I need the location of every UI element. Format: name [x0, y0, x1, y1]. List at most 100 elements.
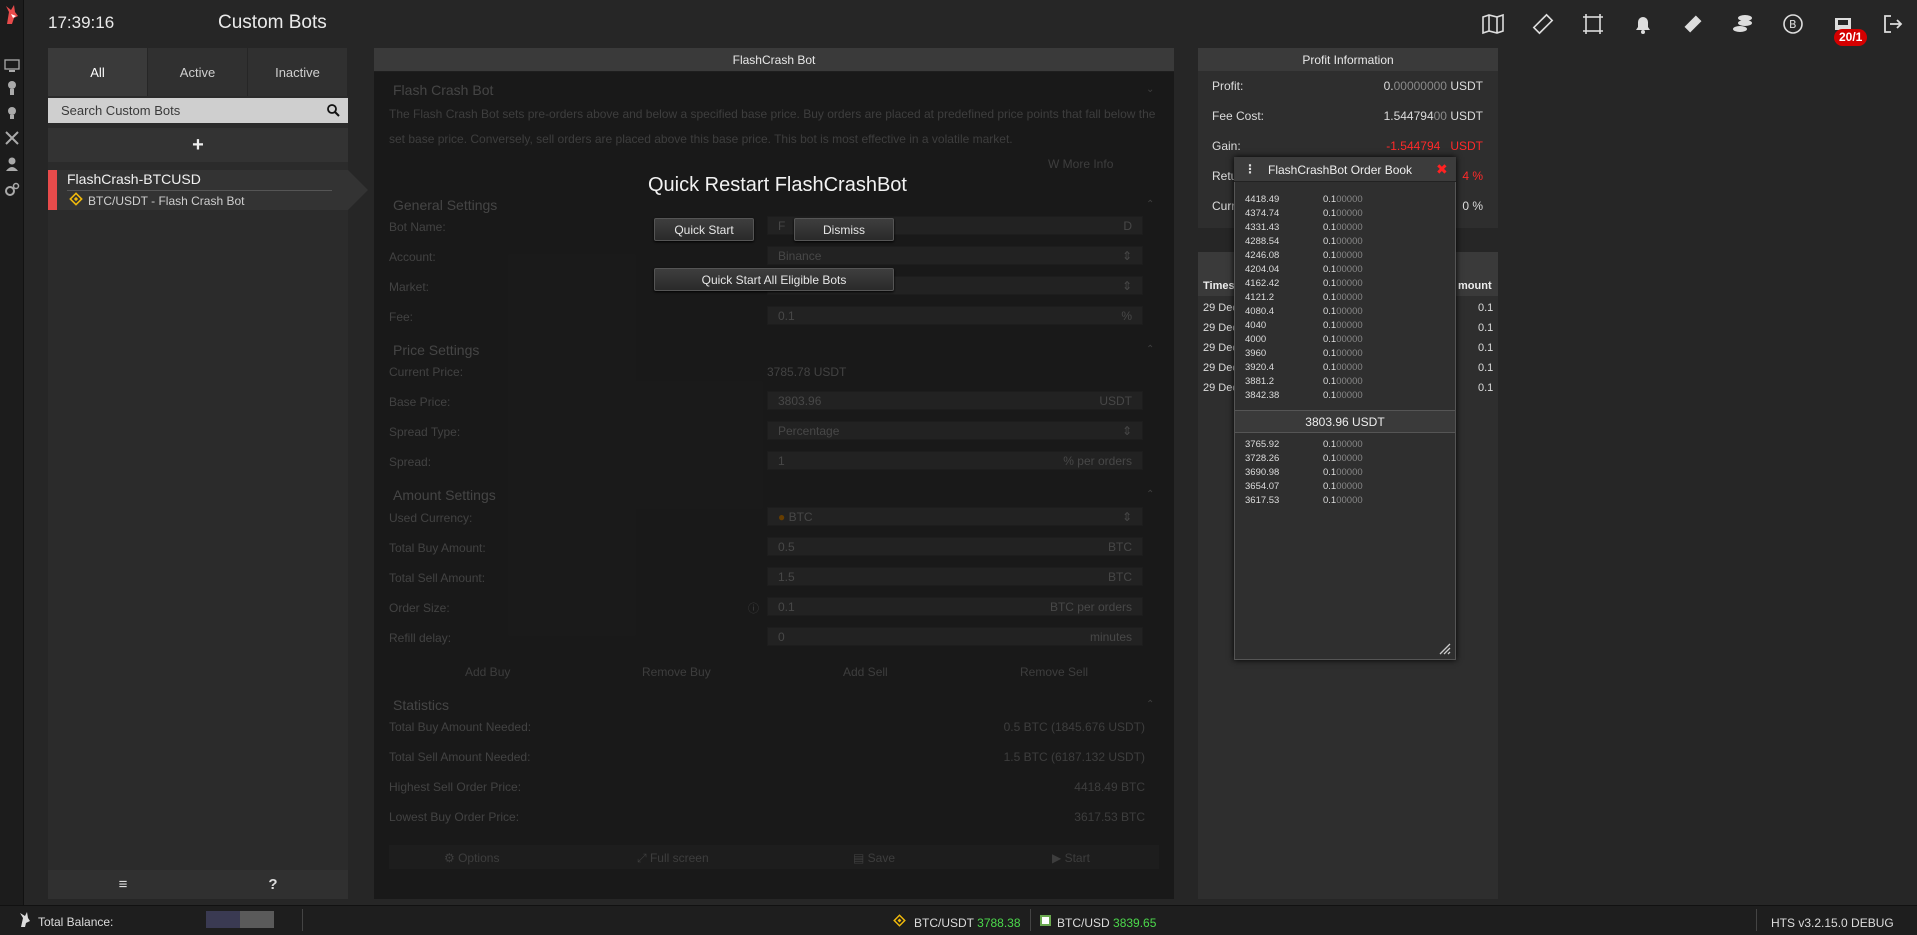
map-icon[interactable]	[1481, 12, 1505, 36]
gain-label: Gain:	[1212, 139, 1241, 153]
order-book-row: 4246.08 0.100000	[1245, 249, 1445, 263]
order-price: 4418.49	[1245, 194, 1280, 205]
trade-amount: 0.1	[1478, 382, 1494, 394]
order-book-row: 4080.4 0.100000	[1245, 305, 1445, 319]
order-amount: 0.100000	[1323, 348, 1363, 359]
bot-panel-header: FlashCrash Bot	[374, 48, 1174, 72]
order-amount: 0.100000	[1323, 222, 1363, 233]
order-amount: 0.100000	[1323, 376, 1363, 387]
order-amount: 0.100000	[1323, 467, 1363, 478]
col-amount[interactable]: mount	[1458, 280, 1492, 292]
order-amount: 0.100000	[1323, 208, 1363, 219]
binance-icon	[69, 192, 83, 206]
order-book-title: FlashCrashBot Order Book	[1268, 163, 1413, 177]
tools-icon[interactable]	[4, 130, 20, 146]
order-price: 3690.98	[1245, 467, 1280, 478]
order-price: 3728.26	[1245, 453, 1280, 464]
trade-time: 29 Dec	[1203, 342, 1238, 354]
order-book-row: 4418.49 0.100000	[1245, 193, 1445, 207]
trade-time: 29 Dec	[1203, 302, 1238, 314]
fee-cost-value: 1.54479400 USDT	[1383, 109, 1483, 123]
order-amount: 0.100000	[1323, 439, 1363, 450]
col-timestamp[interactable]: Timest	[1203, 280, 1238, 292]
trade-amount: 0.1	[1478, 302, 1494, 314]
order-book-row: 4374.74 0.100000	[1245, 207, 1445, 221]
order-book-row: 4121.2 0.100000	[1245, 291, 1445, 305]
svg-text:B: B	[1789, 18, 1797, 31]
order-book-row: 4162.42 0.100000	[1245, 277, 1445, 291]
fullscreen-frame-icon[interactable]	[1581, 12, 1605, 36]
order-book-row: 4331.43 0.100000	[1245, 221, 1445, 235]
order-price: 3617.53	[1245, 495, 1280, 506]
trade-amount: 0.1	[1478, 342, 1494, 354]
order-book-row: 3920.4 0.100000	[1245, 361, 1445, 375]
status-divider	[1756, 909, 1757, 931]
monitor-icon[interactable]	[4, 58, 20, 74]
order-book-row: 3728.26 0.100000	[1245, 452, 1445, 466]
ticker-btcusd[interactable]: BTC/USD 3839.65	[1057, 916, 1156, 930]
order-price: 4040	[1245, 320, 1267, 331]
kebab-menu-icon[interactable]: ⋮	[1244, 162, 1256, 176]
search-custom-bots-input[interactable]	[48, 98, 348, 123]
app-mini-logo-icon	[20, 912, 30, 927]
clock: 17:39:16	[48, 13, 115, 32]
order-book-mid-price: 3803.96 USDT	[1235, 410, 1455, 433]
order-price: 4204.04	[1245, 264, 1280, 275]
coins-icon[interactable]	[1731, 12, 1755, 36]
bot-item-name: FlashCrash-BTCUSD	[67, 171, 201, 187]
order-price: 3881.2	[1245, 376, 1275, 387]
order-price: 3842.38	[1245, 390, 1280, 401]
order-amount: 0.100000	[1323, 292, 1363, 303]
logout-icon[interactable]	[1881, 12, 1905, 36]
order-amount: 0.100000	[1323, 390, 1363, 401]
bot-item-subtitle: BTC/USDT - Flash Crash Bot	[88, 194, 245, 208]
dismiss-button[interactable]: Dismiss	[794, 218, 894, 241]
order-price: 4246.08	[1245, 250, 1280, 261]
close-icon[interactable]: ✖	[1436, 161, 1448, 178]
menu-button[interactable]: ≡	[48, 870, 198, 899]
quick-start-all-button[interactable]: Quick Start All Eligible Bots	[654, 268, 894, 291]
add-bot-button[interactable]: +	[48, 128, 348, 162]
ticket-icon[interactable]	[1681, 12, 1705, 36]
app-logo-icon[interactable]	[2, 4, 22, 26]
tab-active[interactable]: Active	[148, 48, 248, 96]
help-button[interactable]: ?	[198, 870, 348, 899]
page-title: Custom Bots	[218, 12, 327, 33]
order-book-row: 4040 0.100000	[1245, 319, 1445, 333]
order-amount: 0.100000	[1323, 495, 1363, 506]
exchange-icon	[1040, 915, 1051, 926]
ruler-icon[interactable]	[1531, 12, 1555, 36]
settings-gears-icon[interactable]	[4, 182, 20, 198]
order-price: 3654.07	[1245, 481, 1280, 492]
order-book-row: 4288.54 0.100000	[1245, 235, 1445, 249]
bell-icon[interactable]	[1631, 12, 1655, 36]
quick-start-button[interactable]: Quick Start	[654, 218, 754, 241]
tab-all[interactable]: All	[48, 48, 148, 96]
profit-value: 0.00000000 USDT	[1383, 79, 1483, 93]
fee-cost-label: Fee Cost:	[1212, 109, 1265, 123]
order-book-row: 3765.92 0.100000	[1245, 438, 1445, 452]
resize-handle-icon[interactable]	[1437, 641, 1451, 655]
selected-arrow	[348, 170, 368, 210]
order-amount: 0.100000	[1323, 236, 1363, 247]
order-amount: 0.100000	[1323, 481, 1363, 492]
order-amount: 0.100000	[1323, 278, 1363, 289]
user-icon[interactable]	[4, 156, 20, 172]
order-price: 4288.54	[1245, 236, 1280, 247]
bot-icon[interactable]	[4, 80, 20, 96]
order-book-sells: 4418.49 0.100000 4374.74 0.100000 4331.43 0.1…	[1245, 193, 1445, 403]
gain-value: -1.544794 USDT	[1386, 139, 1483, 153]
lightbulb-icon[interactable]	[4, 105, 20, 121]
balance-hidden-block	[206, 911, 240, 928]
version-label: HTS v3.2.15.0 DEBUG	[1771, 916, 1894, 930]
profit-label: Profit:	[1212, 79, 1244, 93]
order-price: 3765.92	[1245, 439, 1280, 450]
order-price: 4000	[1245, 334, 1267, 345]
bitcoin-exchange-icon[interactable]: B	[1781, 12, 1805, 36]
search-icon[interactable]	[327, 104, 340, 117]
tab-inactive[interactable]: Inactive	[248, 48, 348, 96]
ticker-btcusdt[interactable]: BTC/USDT 3788.38	[914, 916, 1021, 930]
profit-header: Profit Information	[1198, 48, 1498, 71]
order-book-row: 3654.07 0.100000	[1245, 480, 1445, 494]
order-price: 4374.74	[1245, 208, 1280, 219]
